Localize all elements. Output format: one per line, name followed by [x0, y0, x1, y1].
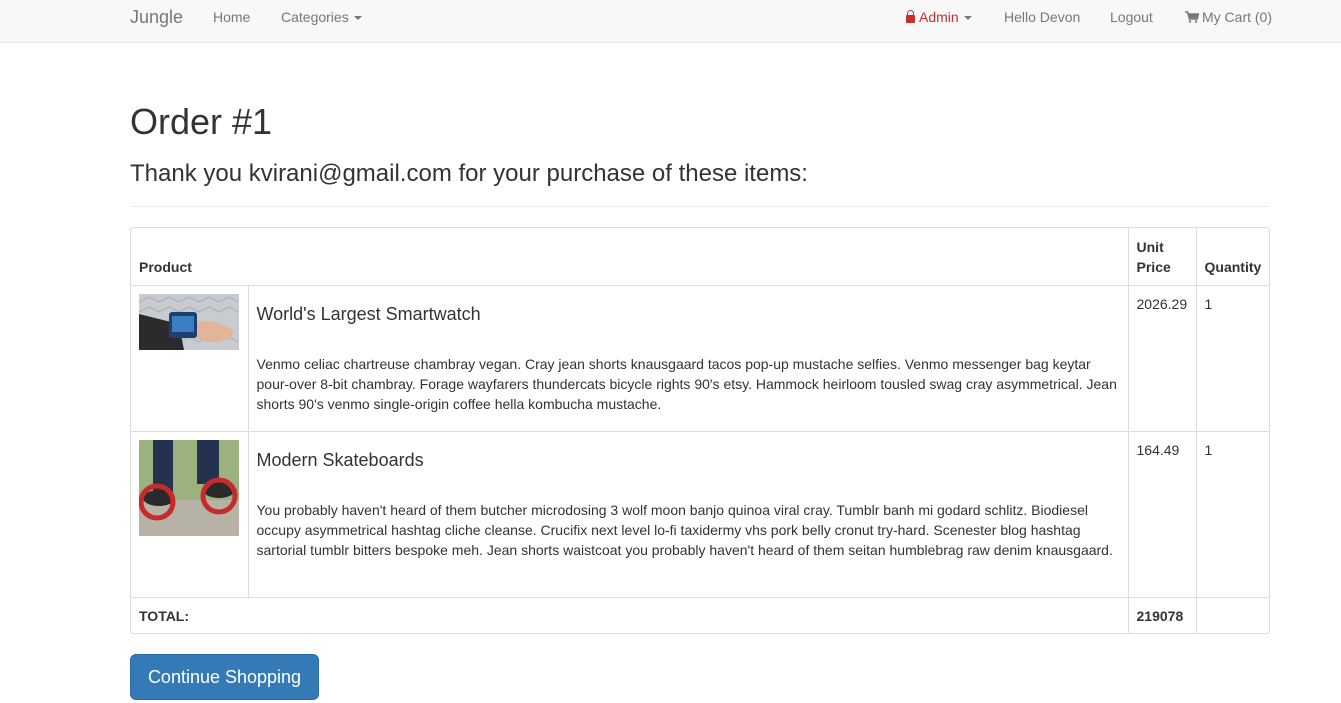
nav-categories-dropdown[interactable]: Categories: [281, 0, 362, 35]
table-row: Modern Skateboards You probably haven't …: [131, 430, 1269, 597]
total-label: TOTAL:: [131, 596, 1129, 633]
product-image-cell: [131, 284, 249, 431]
quantity-cell: 1: [1196, 284, 1269, 431]
product-description: You probably haven't heard of them butch…: [256, 501, 1113, 558]
quantity-cell: 1: [1196, 430, 1269, 597]
total-row: TOTAL: 219078: [131, 596, 1269, 633]
smartwatch-image[interactable]: [139, 293, 239, 350]
product-header: Product: [139, 258, 192, 275]
divider: [130, 206, 1270, 207]
lock-icon: [906, 10, 915, 23]
chevron-down-icon: [963, 16, 972, 21]
product-details-cell: World's Largest Smartwatch Venmo celiac …: [248, 284, 1129, 431]
nav-logout-link[interactable]: Logout: [1110, 0, 1153, 35]
total-quantity-cell: [1196, 596, 1269, 633]
nav-home-link[interactable]: Home: [213, 0, 250, 35]
brand-link[interactable]: Jungle: [130, 0, 183, 35]
continue-shopping-button[interactable]: Continue Shopping: [130, 654, 319, 700]
nav-greeting[interactable]: Hello Devon: [1004, 0, 1080, 35]
product-description: Venmo celiac chartreuse chambray vegan. …: [256, 355, 1117, 412]
table-row: World's Largest Smartwatch Venmo celiac …: [131, 284, 1269, 431]
product-name: Modern Skateboards: [256, 449, 424, 470]
product-image-cell: [131, 430, 249, 597]
top-navbar: Jungle Home Categories Admin Hello Devon…: [0, 0, 1341, 43]
shopping-cart-icon: [1185, 11, 1199, 23]
unit-price-cell: 2026.29: [1128, 284, 1197, 431]
product-name: World's Largest Smartwatch: [256, 303, 481, 324]
page-title: Order #1: [130, 101, 273, 142]
admin-label: Admin: [919, 9, 959, 25]
nav-cart-link[interactable]: My Cart (0): [1185, 0, 1272, 35]
chevron-down-icon: [353, 16, 362, 21]
quantity-header: Quantity: [1204, 258, 1262, 275]
unit-price-cell: 164.49: [1128, 430, 1197, 597]
product-details-cell: Modern Skateboards You probably haven't …: [248, 430, 1129, 597]
thank-you-message: Thank you kvirani@gmail.com for your pur…: [130, 160, 808, 187]
order-table: Product Unit Price Quantity World's Larg…: [130, 227, 1270, 634]
total-value: 219078: [1128, 596, 1197, 633]
unit-price-header: Unit Price: [1127, 228, 1197, 285]
cart-label: My Cart (0): [1202, 9, 1272, 25]
categories-label: Categories: [281, 9, 349, 25]
nav-admin-dropdown[interactable]: Admin: [906, 0, 972, 35]
skateboard-image[interactable]: [139, 439, 239, 536]
